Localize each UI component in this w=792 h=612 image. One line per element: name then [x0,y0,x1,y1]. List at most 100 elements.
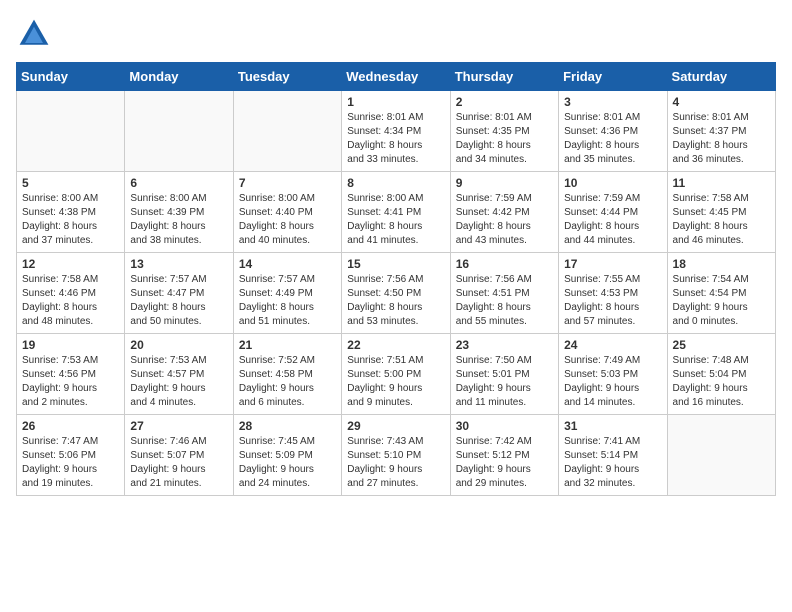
day-cell: 31 Sunrise: 7:41 AM Sunset: 5:14 PM Dayli… [559,415,667,496]
day-number: 24 [564,338,661,352]
day-number: 18 [673,257,770,271]
logo-icon [16,16,52,52]
day-cell: 12 Sunrise: 7:58 AM Sunset: 4:46 PM Dayli… [17,253,125,334]
header [16,16,776,52]
day-number: 9 [456,176,553,190]
weekday-header-sunday: Sunday [17,63,125,91]
day-number: 22 [347,338,444,352]
day-cell: 14 Sunrise: 7:57 AM Sunset: 4:49 PM Dayli… [233,253,341,334]
week-row-0: 1 Sunrise: 8:01 AM Sunset: 4:34 PM Daylig… [17,91,776,172]
day-info: Sunrise: 7:56 AM Sunset: 4:50 PM Dayligh… [347,273,444,329]
day-number: 4 [673,95,770,109]
day-number: 12 [22,257,119,271]
day-cell: 26 Sunrise: 7:47 AM Sunset: 5:06 PM Dayli… [17,415,125,496]
day-number: 14 [239,257,336,271]
day-info: Sunrise: 8:00 AM Sunset: 4:41 PM Dayligh… [347,192,444,248]
day-number: 20 [130,338,227,352]
day-info: Sunrise: 8:01 AM Sunset: 4:34 PM Dayligh… [347,111,444,167]
day-info: Sunrise: 7:58 AM Sunset: 4:46 PM Dayligh… [22,273,119,329]
day-info: Sunrise: 7:49 AM Sunset: 5:03 PM Dayligh… [564,354,661,410]
weekday-header-row: SundayMondayTuesdayWednesdayThursdayFrid… [17,63,776,91]
day-info: Sunrise: 8:01 AM Sunset: 4:35 PM Dayligh… [456,111,553,167]
weekday-header-thursday: Thursday [450,63,558,91]
day-number: 26 [22,419,119,433]
day-cell: 18 Sunrise: 7:54 AM Sunset: 4:54 PM Dayli… [667,253,775,334]
day-cell [125,91,233,172]
day-cell: 2 Sunrise: 8:01 AM Sunset: 4:35 PM Daylig… [450,91,558,172]
day-info: Sunrise: 7:48 AM Sunset: 5:04 PM Dayligh… [673,354,770,410]
day-number: 23 [456,338,553,352]
day-info: Sunrise: 7:45 AM Sunset: 5:09 PM Dayligh… [239,435,336,491]
day-cell: 17Sunrise: 7:55 AM Sunset: 4:53 PM Dayli… [559,253,667,334]
day-cell: 30 Sunrise: 7:42 AM Sunset: 5:12 PM Dayli… [450,415,558,496]
weekday-header-monday: Monday [125,63,233,91]
day-info: Sunrise: 7:46 AM Sunset: 5:07 PM Dayligh… [130,435,227,491]
day-cell: 24 Sunrise: 7:49 AM Sunset: 5:03 PM Dayli… [559,334,667,415]
day-number: 6 [130,176,227,190]
day-number: 30 [456,419,553,433]
week-row-3: 19 Sunrise: 7:53 AM Sunset: 4:56 PM Dayli… [17,334,776,415]
day-info: Sunrise: 8:00 AM Sunset: 4:38 PM Dayligh… [22,192,119,248]
day-cell [17,91,125,172]
day-number: 21 [239,338,336,352]
day-info: Sunrise: 7:50 AM Sunset: 5:01 PM Dayligh… [456,354,553,410]
day-number: 1 [347,95,444,109]
day-info: Sunrise: 7:51 AM Sunset: 5:00 PM Dayligh… [347,354,444,410]
weekday-header-wednesday: Wednesday [342,63,450,91]
day-info: Sunrise: 7:53 AM Sunset: 4:57 PM Dayligh… [130,354,227,410]
day-cell: 9Sunrise: 7:59 AM Sunset: 4:42 PM Daylig… [450,172,558,253]
day-cell: 4 Sunrise: 8:01 AM Sunset: 4:37 PM Daylig… [667,91,775,172]
day-number: 5 [22,176,119,190]
day-cell: 8 Sunrise: 8:00 AM Sunset: 4:41 PM Daylig… [342,172,450,253]
day-cell: 25Sunrise: 7:48 AM Sunset: 5:04 PM Dayli… [667,334,775,415]
day-number: 3 [564,95,661,109]
day-cell: 6 Sunrise: 8:00 AM Sunset: 4:39 PM Daylig… [125,172,233,253]
day-info: Sunrise: 7:43 AM Sunset: 5:10 PM Dayligh… [347,435,444,491]
day-cell: 16 Sunrise: 7:56 AM Sunset: 4:51 PM Dayli… [450,253,558,334]
day-info: Sunrise: 7:59 AM Sunset: 4:44 PM Dayligh… [564,192,661,248]
day-info: Sunrise: 8:00 AM Sunset: 4:39 PM Dayligh… [130,192,227,248]
day-number: 13 [130,257,227,271]
day-info: Sunrise: 8:01 AM Sunset: 4:36 PM Dayligh… [564,111,661,167]
day-info: Sunrise: 8:01 AM Sunset: 4:37 PM Dayligh… [673,111,770,167]
page: SundayMondayTuesdayWednesdayThursdayFrid… [0,0,792,512]
day-number: 8 [347,176,444,190]
day-info: Sunrise: 7:41 AM Sunset: 5:14 PM Dayligh… [564,435,661,491]
day-number: 10 [564,176,661,190]
day-info: Sunrise: 7:54 AM Sunset: 4:54 PM Dayligh… [673,273,770,329]
day-info: Sunrise: 7:53 AM Sunset: 4:56 PM Dayligh… [22,354,119,410]
day-number: 27 [130,419,227,433]
day-cell: 28Sunrise: 7:45 AM Sunset: 5:09 PM Dayli… [233,415,341,496]
day-number: 16 [456,257,553,271]
day-cell: 23 Sunrise: 7:50 AM Sunset: 5:01 PM Dayli… [450,334,558,415]
day-info: Sunrise: 7:56 AM Sunset: 4:51 PM Dayligh… [456,273,553,329]
day-cell: 20 Sunrise: 7:53 AM Sunset: 4:57 PM Dayli… [125,334,233,415]
day-cell: 27 Sunrise: 7:46 AM Sunset: 5:07 PM Dayli… [125,415,233,496]
day-cell: 29 Sunrise: 7:43 AM Sunset: 5:10 PM Dayli… [342,415,450,496]
day-cell: 10 Sunrise: 7:59 AM Sunset: 4:44 PM Dayli… [559,172,667,253]
day-info: Sunrise: 7:57 AM Sunset: 4:47 PM Dayligh… [130,273,227,329]
day-number: 11 [673,176,770,190]
weekday-header-friday: Friday [559,63,667,91]
weekday-header-tuesday: Tuesday [233,63,341,91]
week-row-1: 5 Sunrise: 8:00 AM Sunset: 4:38 PM Daylig… [17,172,776,253]
day-number: 29 [347,419,444,433]
day-info: Sunrise: 8:00 AM Sunset: 4:40 PM Dayligh… [239,192,336,248]
calendar: SundayMondayTuesdayWednesdayThursdayFrid… [16,62,776,496]
day-number: 17 [564,257,661,271]
weekday-header-saturday: Saturday [667,63,775,91]
day-info: Sunrise: 7:42 AM Sunset: 5:12 PM Dayligh… [456,435,553,491]
day-cell: 22 Sunrise: 7:51 AM Sunset: 5:00 PM Dayli… [342,334,450,415]
day-number: 19 [22,338,119,352]
day-cell: 13 Sunrise: 7:57 AM Sunset: 4:47 PM Dayli… [125,253,233,334]
day-info: Sunrise: 7:47 AM Sunset: 5:06 PM Dayligh… [22,435,119,491]
day-cell: 21Sunrise: 7:52 AM Sunset: 4:58 PM Dayli… [233,334,341,415]
day-info: Sunrise: 7:57 AM Sunset: 4:49 PM Dayligh… [239,273,336,329]
logo [16,16,58,52]
day-cell: 19 Sunrise: 7:53 AM Sunset: 4:56 PM Dayli… [17,334,125,415]
day-number: 31 [564,419,661,433]
day-info: Sunrise: 7:58 AM Sunset: 4:45 PM Dayligh… [673,192,770,248]
day-number: 7 [239,176,336,190]
day-number: 2 [456,95,553,109]
day-cell [233,91,341,172]
